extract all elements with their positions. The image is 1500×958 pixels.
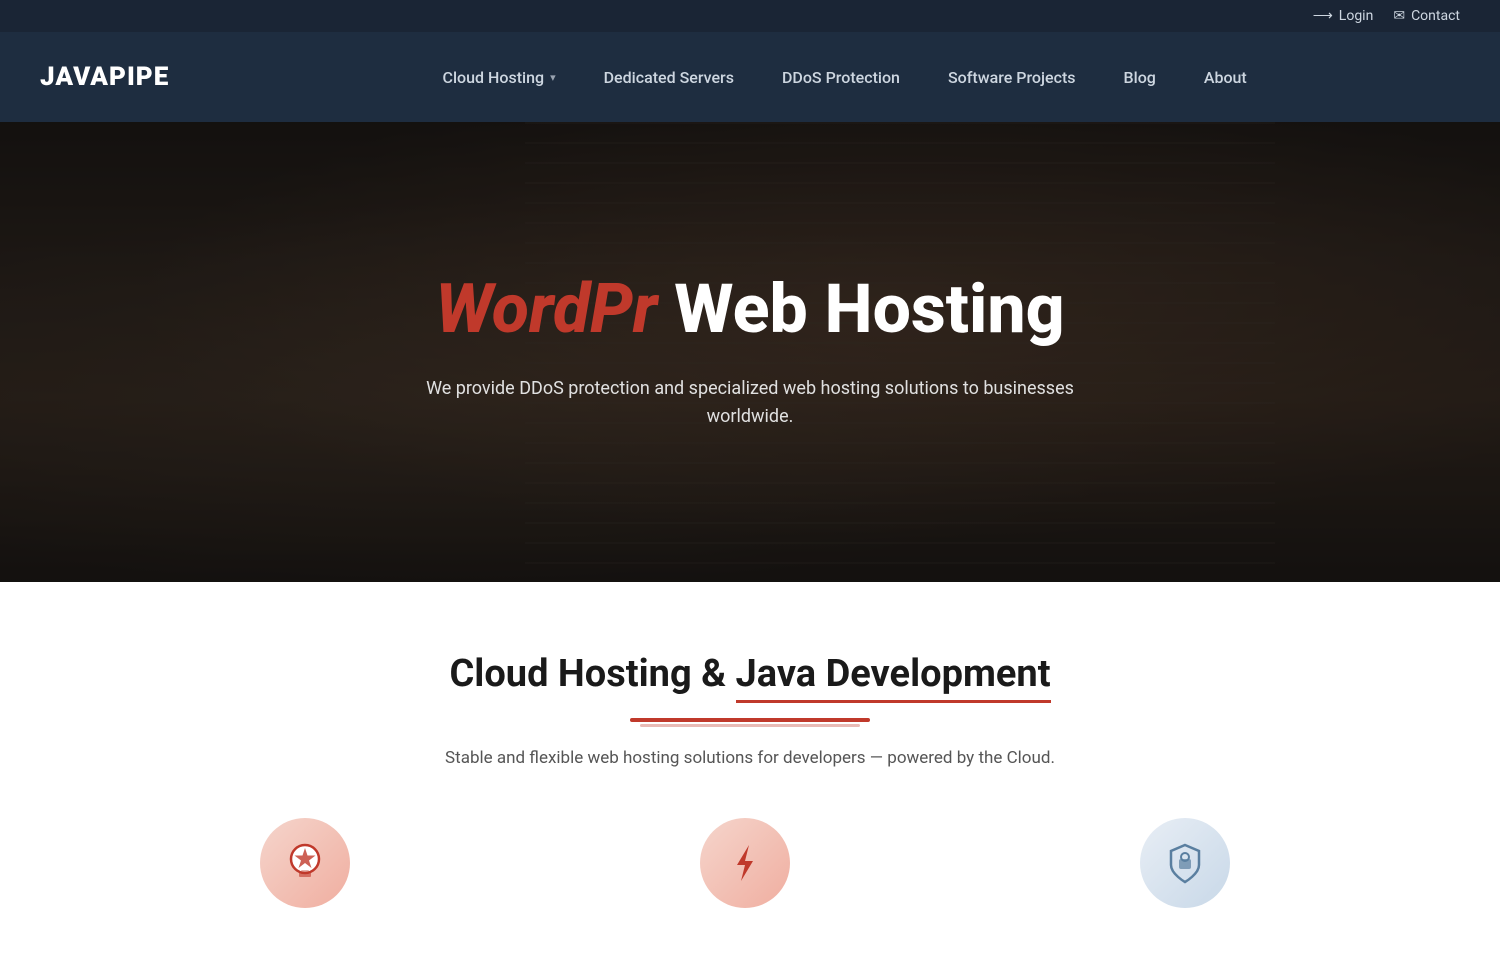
nav-cloud-hosting-label: Cloud Hosting: [443, 68, 545, 87]
contact-icon: ✉: [1393, 8, 1405, 24]
nav-ddos-protection-label: DDoS Protection: [782, 68, 900, 87]
nav-cloud-hosting[interactable]: Cloud Hosting: [419, 32, 580, 122]
login-icon: ⟶: [1313, 8, 1333, 24]
section-subtitle: Stable and flexible web hosting solution…: [40, 748, 1460, 768]
section-title: Cloud Hosting & Java Development: [40, 652, 1460, 696]
section-title-link[interactable]: Java Development: [736, 652, 1051, 703]
hero-title-main: Web Hosting: [657, 269, 1064, 349]
contact-link[interactable]: ✉ Contact: [1393, 8, 1460, 24]
hero-title: WordPr Web Hosting: [400, 272, 1100, 347]
nav-software-projects-label: Software Projects: [948, 68, 1076, 87]
login-link[interactable]: ⟶ Login: [1313, 8, 1374, 24]
nav-about-label: About: [1204, 68, 1247, 87]
contact-label: Contact: [1411, 8, 1460, 24]
card-2: [700, 818, 800, 918]
hero-section: WordPr Web Hosting We provide DDoS prote…: [0, 122, 1500, 582]
power-icon: [721, 839, 769, 887]
hero-content: WordPr Web Hosting We provide DDoS prote…: [380, 272, 1120, 432]
title-underline-decoration: [620, 716, 880, 730]
header: JAVAPIPE Cloud Hosting Dedicated Servers…: [0, 32, 1500, 122]
logo[interactable]: JAVAPIPE: [40, 62, 169, 92]
cloud-hosting-chevron-icon: [550, 71, 556, 84]
card-2-icon: [700, 818, 790, 908]
card-1-icon: [260, 818, 350, 908]
shield-icon: [1161, 839, 1209, 887]
hero-subtitle: We provide DDoS protection and specializ…: [400, 375, 1100, 433]
top-bar: ⟶ Login ✉ Contact: [0, 0, 1500, 32]
nav-software-projects[interactable]: Software Projects: [924, 32, 1100, 122]
card-1: [260, 818, 360, 918]
nav-ddos-protection[interactable]: DDoS Protection: [758, 32, 924, 122]
nav-dedicated-servers[interactable]: Dedicated Servers: [580, 32, 758, 122]
card-3: [1140, 818, 1240, 918]
login-label: Login: [1339, 8, 1374, 24]
nav-blog[interactable]: Blog: [1100, 32, 1180, 122]
nav-dedicated-servers-label: Dedicated Servers: [604, 68, 734, 87]
nav-about[interactable]: About: [1180, 32, 1271, 122]
main-nav: Cloud Hosting Dedicated Servers DDoS Pro…: [229, 32, 1460, 122]
hosting-section: Cloud Hosting & Java Development Stable …: [0, 582, 1500, 958]
nav-blog-label: Blog: [1124, 68, 1156, 87]
award-icon: [281, 839, 329, 887]
card-3-icon: [1140, 818, 1230, 908]
section-title-main: Cloud Hosting &: [449, 652, 735, 696]
cards-row: [40, 818, 1460, 918]
hero-title-accent: WordPr: [435, 269, 657, 349]
